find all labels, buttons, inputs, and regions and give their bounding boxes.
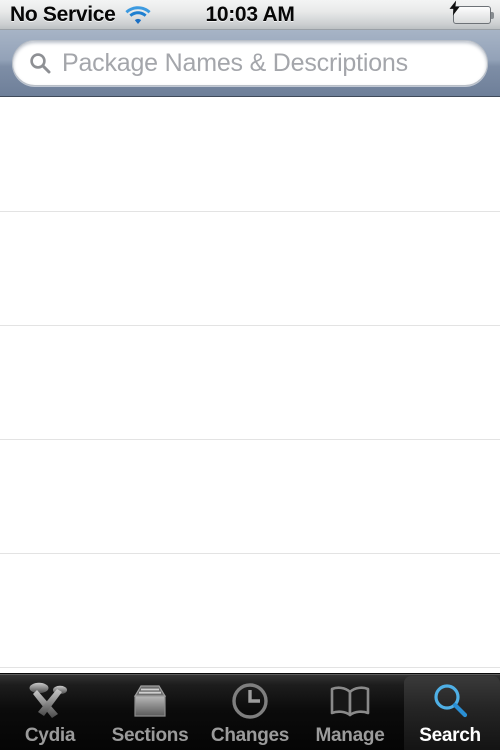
cydia-logo-icon bbox=[24, 680, 76, 722]
file-box-icon bbox=[124, 680, 176, 722]
tab-sections[interactable]: Sections bbox=[100, 674, 200, 750]
tab-label-changes: Changes bbox=[210, 725, 290, 746]
battery-charging-icon bbox=[449, 0, 494, 24]
tab-manage[interactable]: Manage bbox=[300, 674, 400, 750]
status-time: 10:03 AM bbox=[205, 2, 295, 26]
list-item[interactable] bbox=[0, 440, 500, 554]
tab-label-search: Search bbox=[419, 725, 481, 746]
tab-label-cydia: Cydia bbox=[24, 725, 76, 746]
tab-changes[interactable]: Changes bbox=[200, 674, 300, 750]
search-input[interactable]: Package Names & Descriptions bbox=[12, 40, 488, 86]
app-screen: No Service 10:03 AM Package Names & Desc… bbox=[0, 0, 500, 750]
search-placeholder: Package Names & Descriptions bbox=[62, 48, 408, 77]
magnifier-icon bbox=[424, 680, 476, 722]
tab-bar: Cydia Sections Changes Manage Search bbox=[0, 673, 500, 750]
open-book-icon bbox=[324, 680, 376, 722]
list-item[interactable] bbox=[0, 326, 500, 440]
status-bar: No Service 10:03 AM bbox=[0, 0, 500, 30]
tab-cydia[interactable]: Cydia bbox=[0, 674, 100, 750]
clock-icon bbox=[224, 680, 276, 722]
tab-label-manage: Manage bbox=[315, 725, 385, 746]
list-item[interactable] bbox=[0, 212, 500, 326]
tab-label-sections: Sections bbox=[111, 725, 189, 746]
search-bar: Package Names & Descriptions bbox=[0, 30, 500, 97]
search-icon bbox=[29, 52, 51, 74]
search-results-list[interactable] bbox=[0, 98, 500, 673]
list-item[interactable] bbox=[0, 554, 500, 668]
list-item[interactable] bbox=[0, 98, 500, 212]
tab-search[interactable]: Search bbox=[400, 674, 500, 750]
